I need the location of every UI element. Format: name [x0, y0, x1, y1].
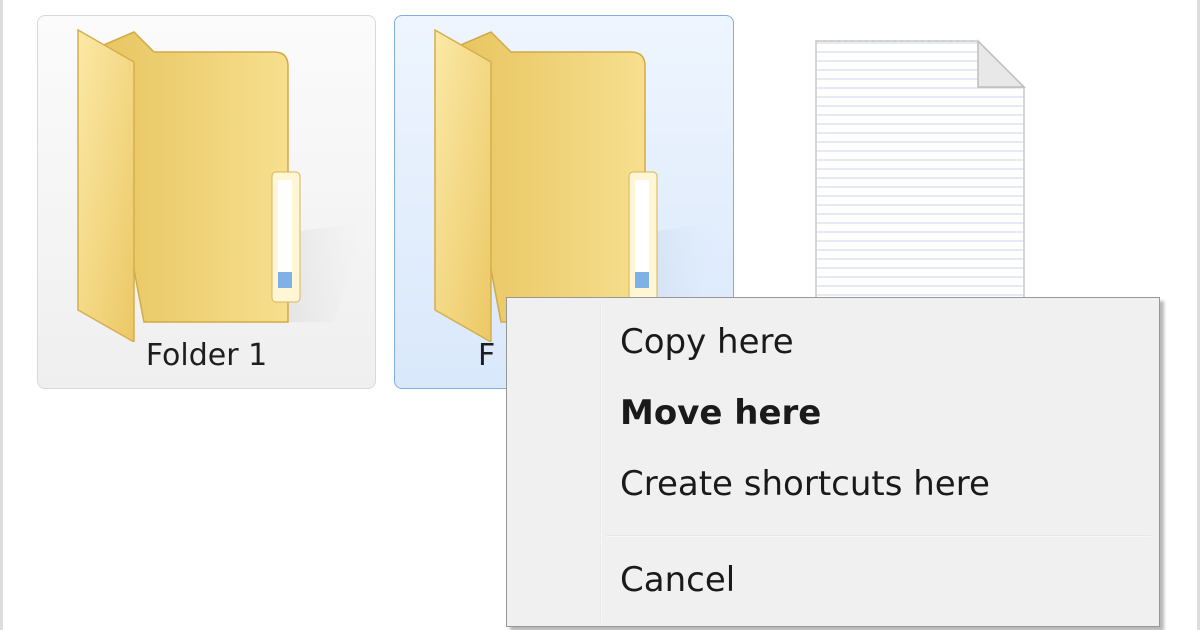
menu-item-cancel[interactable]: Cancel — [620, 560, 735, 600]
file-item[interactable] — [790, 15, 1050, 315]
folder-icon — [77, 28, 364, 342]
context-menu: Copy here Move here Create shortcuts her… — [506, 297, 1160, 627]
menu-item-copy-here[interactable]: Copy here — [620, 322, 794, 362]
text-document-icon — [815, 39, 1026, 315]
folder-item-1[interactable]: Folder 1 — [37, 15, 376, 389]
window-border-left — [0, 0, 3, 630]
menu-separator — [606, 535, 1151, 537]
item-label: Folder 1 — [145, 338, 268, 373]
menu-item-move-here[interactable]: Move here — [620, 393, 821, 433]
folder-icon — [434, 28, 721, 342]
menu-icon-gutter — [600, 302, 602, 622]
explorer-view: Folder 1 F Copy here Move here Create sh… — [0, 0, 1200, 630]
menu-item-create-shortcuts-here[interactable]: Create shortcuts here — [620, 464, 990, 504]
